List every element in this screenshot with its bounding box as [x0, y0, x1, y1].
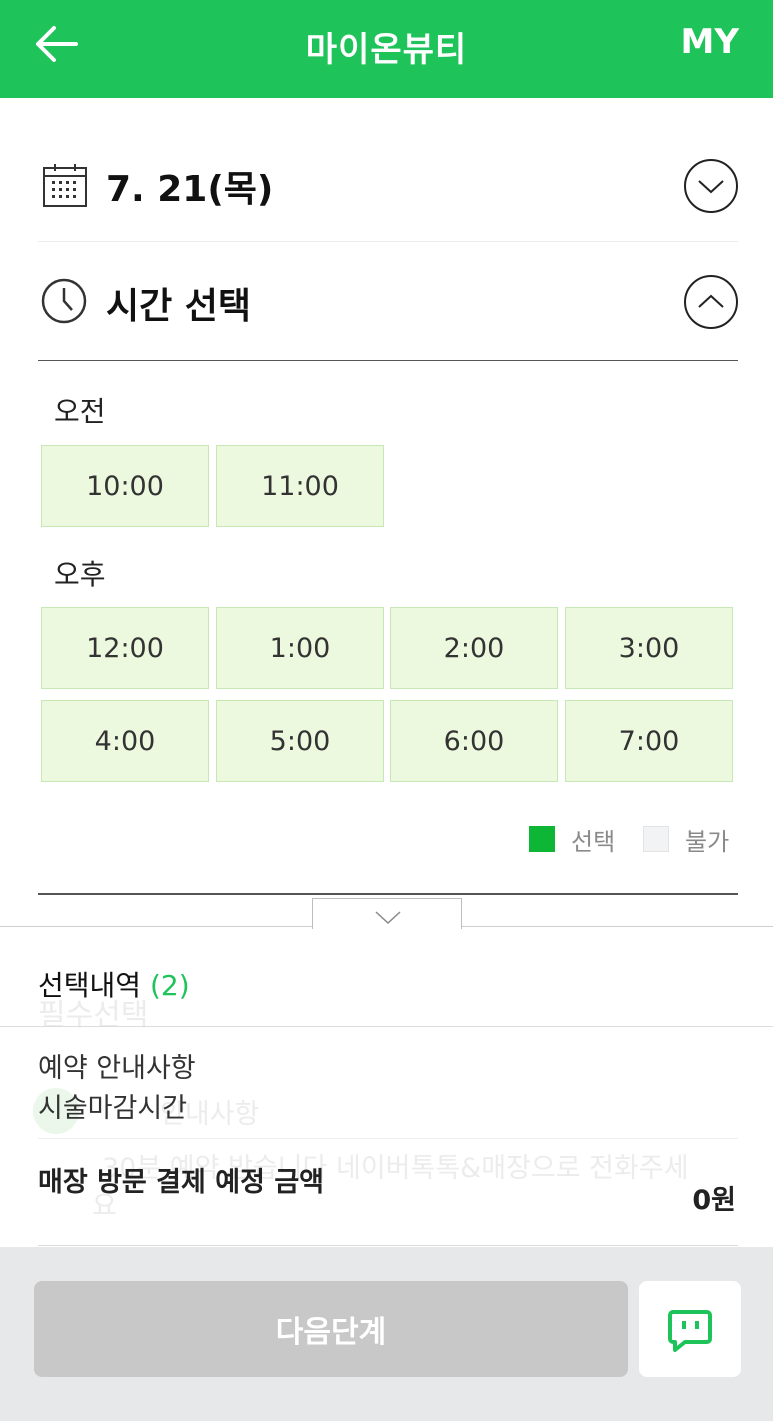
time-slot[interactable]: 5:00: [216, 700, 384, 782]
time-slot[interactable]: 7:00: [565, 700, 733, 782]
chevron-down-icon: [698, 180, 724, 194]
clock-icon: [41, 278, 87, 324]
page-title: 마이온뷰티: [305, 30, 468, 70]
talktalk-icon: [668, 1310, 712, 1352]
time-slot[interactable]: 11:00: [216, 445, 384, 527]
time-slot[interactable]: 2:00: [390, 607, 558, 689]
time-slot[interactable]: 3:00: [565, 607, 733, 689]
divider: [38, 893, 738, 895]
app-header: 마이온뷰티 MY: [0, 0, 773, 98]
calendar-icon: [43, 164, 87, 207]
date-selector[interactable]: 7. 21(목): [38, 140, 738, 242]
afternoon-label: 오후: [54, 558, 106, 591]
payment-label: 매장 방문 결제 예정 금액: [38, 1167, 324, 1198]
time-slot[interactable]: 12:00: [41, 607, 209, 689]
divider: [38, 1138, 738, 1139]
my-button[interactable]: MY: [681, 22, 739, 62]
payment-amount: 0원: [692, 1185, 736, 1216]
legend-selected-label: 선택: [571, 827, 616, 856]
chevron-down-icon: [375, 911, 401, 925]
legend-unavailable-label: 불가: [685, 827, 730, 856]
divider: [38, 1245, 738, 1246]
selection-count: (2): [149, 969, 190, 1002]
collapse-time-button[interactable]: [684, 275, 738, 329]
selection-title-label: 선택내역: [38, 969, 142, 1002]
chevron-up-icon: [698, 294, 724, 308]
panel-toggle-tab[interactable]: [312, 898, 462, 929]
time-slot[interactable]: 6:00: [390, 700, 558, 782]
selected-date: 7. 21(목): [106, 169, 274, 210]
next-step-button[interactable]: 다음단계: [34, 1281, 628, 1377]
morning-label: 오전: [54, 395, 106, 428]
footer-bar: 다음단계: [0, 1247, 773, 1421]
divider: [0, 1026, 773, 1027]
selected-swatch: [529, 826, 555, 852]
selection-title[interactable]: 선택내역 (2): [38, 964, 190, 1004]
time-slot[interactable]: 4:00: [41, 700, 209, 782]
booking-notice-label: 예약 안내사항: [38, 1053, 196, 1084]
talktalk-button[interactable]: [639, 1281, 741, 1377]
deadline-label: 시술마감시간: [38, 1093, 188, 1124]
legend-selected: 선택: [529, 824, 616, 856]
legend-unavailable: 불가: [643, 824, 730, 856]
unavailable-swatch: [643, 826, 669, 852]
time-slot[interactable]: 10:00: [41, 445, 209, 527]
time-section-title: 시간 선택: [106, 286, 252, 327]
time-slot[interactable]: 1:00: [216, 607, 384, 689]
time-selector-header[interactable]: 시간 선택: [38, 245, 738, 361]
expand-date-button[interactable]: [684, 159, 738, 213]
